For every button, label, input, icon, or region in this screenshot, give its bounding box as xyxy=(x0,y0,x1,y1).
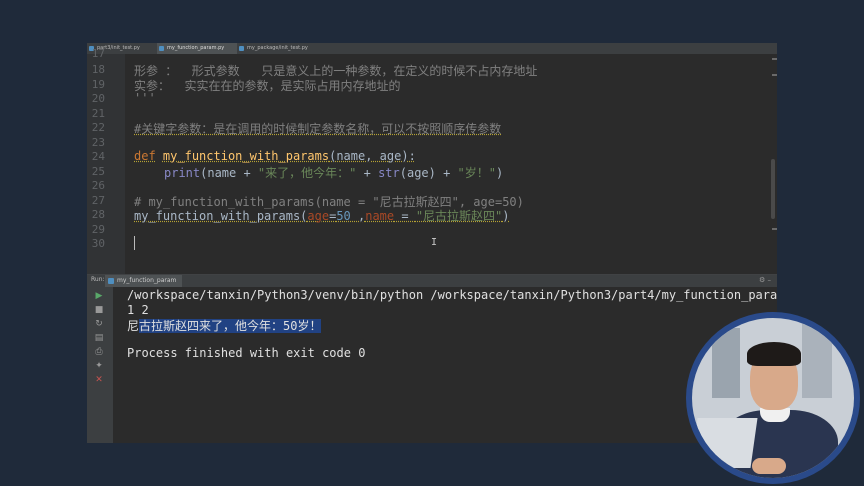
selected-text: 古拉斯赵四来了，他今年：50岁！ xyxy=(139,319,322,333)
person-hand xyxy=(752,458,786,474)
line-number: 30 xyxy=(91,237,105,250)
python-run-icon xyxy=(108,278,114,284)
function-params: (name, age): xyxy=(329,149,416,163)
def-keyword: def xyxy=(134,149,156,163)
code-token: (name + xyxy=(200,166,258,180)
run-tab-label: my_function_param xyxy=(117,277,177,284)
tab-label: my_function_param.py xyxy=(167,45,225,51)
code-token: (age) + xyxy=(399,166,458,180)
tab-label: my_package/init_test.py xyxy=(247,45,308,51)
tab-package-init-test[interactable]: my_package/init_test.py xyxy=(237,43,317,54)
code-editor[interactable]: 17 18 19 20 21 22 23 24 25 26 27 28 29 3… xyxy=(87,47,777,274)
stop-icon[interactable]: ■ xyxy=(94,305,104,315)
line-number: 21 xyxy=(91,107,105,120)
mouse-ibeam-icon: I xyxy=(431,237,438,248)
text-cursor xyxy=(134,236,135,250)
tab-my-function-param[interactable]: my_function_param.py xyxy=(157,43,237,54)
console-command: /workspace/tanxin/Python3/venv/bin/pytho… xyxy=(127,288,777,302)
code-token: ) xyxy=(496,166,504,180)
code-token: = xyxy=(394,209,416,223)
line-number: 29 xyxy=(91,223,105,236)
line-number: 28 xyxy=(91,208,105,221)
code-line-22: #关键字参数：是在调用的时候制定参数名称，可以不按照顺序传参数 xyxy=(134,122,502,136)
python-file-icon xyxy=(159,46,164,51)
string-literal: "来了，他今年：" xyxy=(257,166,357,180)
close-icon[interactable]: ✕ xyxy=(94,375,104,385)
scroll-marker xyxy=(772,58,777,60)
line-number: 23 xyxy=(91,136,105,149)
string-literal: "尼古拉斯赵四" xyxy=(415,209,503,223)
line-number: 19 xyxy=(91,78,105,91)
code-token: , xyxy=(350,209,366,223)
python-file-icon xyxy=(239,46,244,51)
editor-scrollbar[interactable] xyxy=(771,159,775,219)
print-icon[interactable]: ⎙ xyxy=(94,347,104,357)
rerun-icon[interactable]: ↻ xyxy=(94,319,104,329)
line-gutter: 17 18 19 20 21 22 23 24 25 26 27 28 29 3… xyxy=(87,47,125,274)
line-number: 22 xyxy=(91,121,105,134)
age-keyword: age xyxy=(307,209,330,223)
code-line-25: print(name + "来了，他今年：" + str(age) + "岁！"… xyxy=(164,164,503,181)
print-builtin: print xyxy=(164,166,201,180)
code-token: + xyxy=(356,166,379,180)
code-line-19: 实参： 实实在在的参数，是实际占用内存地址的 xyxy=(134,79,401,93)
run-console[interactable]: /workspace/tanxin/Python3/venv/bin/pytho… xyxy=(117,287,777,443)
person-hair xyxy=(747,342,801,366)
laptop xyxy=(692,418,758,468)
run-tab[interactable]: my_function_param xyxy=(105,275,183,287)
run-label: Run: xyxy=(91,276,105,283)
code-line-28: my_function_with_params(age=50 ,name = "… xyxy=(134,207,510,224)
background-building xyxy=(802,318,832,398)
webcam-image xyxy=(692,318,854,478)
scroll-marker xyxy=(772,74,777,76)
number-literal: 50 xyxy=(336,209,351,223)
scroll-marker xyxy=(772,228,777,230)
background-building xyxy=(712,328,740,398)
function-call: my_function_with_params( xyxy=(134,209,308,223)
function-name: my_function_with_params xyxy=(162,149,330,163)
code-line-24: def my_function_with_params(name, age): xyxy=(134,149,416,163)
line-number: 17 xyxy=(91,47,105,60)
line-number: 26 xyxy=(91,179,105,192)
string-literal: "岁！" xyxy=(457,166,496,180)
pin-icon[interactable]: ✦ xyxy=(94,361,104,371)
console-text: 尼 xyxy=(127,319,140,333)
settings-icon[interactable]: ⚙ – xyxy=(759,276,771,284)
line-number: 24 xyxy=(91,150,105,163)
run-toolbar: ▶ ■ ↻ ▤ ⎙ ✦ ✕ xyxy=(87,287,113,443)
line-number: 20 xyxy=(91,92,105,105)
name-keyword: name xyxy=(365,209,395,223)
ide-window: part3/init_test.py my_function_param.py … xyxy=(87,43,777,443)
console-output-line: 1 2 xyxy=(127,303,149,317)
run-icon[interactable]: ▶ xyxy=(94,291,104,301)
console-exit-message: Process finished with exit code 0 xyxy=(127,346,366,360)
person-collar xyxy=(760,408,790,422)
line-number: 25 xyxy=(91,165,105,178)
run-panel-header: Run: my_function_param ⚙ – xyxy=(87,275,777,287)
webcam-overlay xyxy=(686,312,860,484)
line-number: 27 xyxy=(91,194,105,207)
layout-icon[interactable]: ▤ xyxy=(94,333,104,343)
console-output-line: 尼古拉斯赵四来了，他今年：50岁！ xyxy=(127,317,322,334)
code-token: ) xyxy=(502,209,510,223)
code-line-20: ''' xyxy=(134,91,156,105)
line-number: 18 xyxy=(91,63,105,76)
str-builtin: str xyxy=(378,166,400,180)
